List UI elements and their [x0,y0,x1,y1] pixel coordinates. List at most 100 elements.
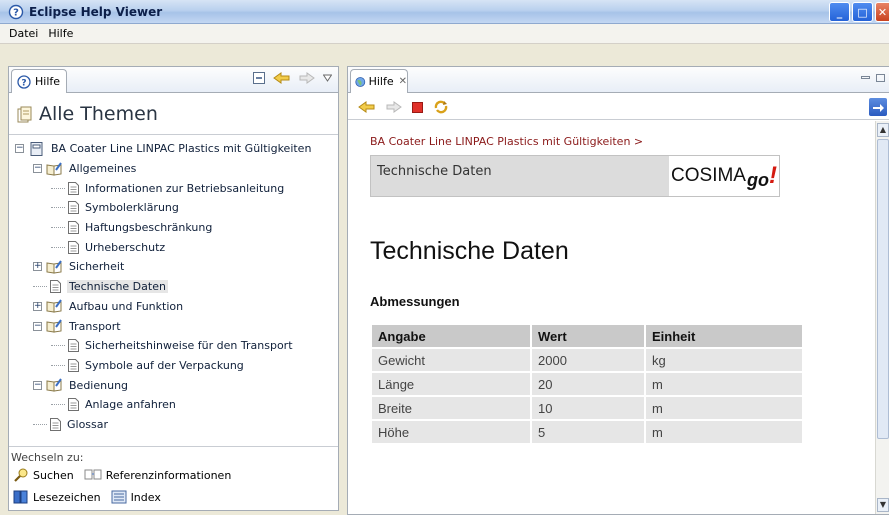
tree-item[interactable]: Sicherheitshinweise für den Transport [15,336,335,356]
menu-hilfe[interactable]: Hilfe [43,27,78,40]
tree-item[interactable]: Urheberschutz [15,237,335,257]
tree-item-label: Transport [69,319,121,333]
vertical-scrollbar[interactable]: ▲ ▼ [875,121,889,514]
table-cell: m [646,373,802,395]
minimize-view-icon[interactable] [861,76,870,79]
menu-bar: Datei Hilfe [0,24,889,44]
breadcrumb[interactable]: BA Coater Line LINPAC Plastics mit Gülti… [370,135,643,148]
tree-item[interactable]: − Bedienung [15,375,335,395]
table-row: Gewicht 2000 kg [372,349,802,371]
tab-hilfe-navigation[interactable]: ? Hilfe [11,69,67,93]
page-icon [68,221,79,235]
open-book-icon [46,260,62,274]
minimize-button[interactable]: _ [829,2,850,22]
tree-connector [51,227,65,229]
switch-to-panel: Wechseln zu: Suchen Referenzinformatione… [9,446,338,510]
tree-item[interactable]: Informationen zur Betriebsanleitung [15,178,335,198]
page-title: Technische Daten [370,237,569,265]
collapse-toggle-icon[interactable]: − [33,164,42,174]
menu-datei[interactable]: Datei [4,27,43,40]
table-cell: m [646,397,802,419]
tree-item-label: Bedienung [69,378,129,392]
tree-item[interactable]: Haftungsbeschränkung [15,218,335,238]
search-icon [14,468,28,482]
tree-item[interactable]: + Sicherheit [15,257,335,277]
help-content: BA Coater Line LINPAC Plastics mit Gülti… [348,121,875,514]
tree-connector [51,345,65,347]
tree-item[interactable]: Glossar [15,415,335,435]
tree-item[interactable]: − BA Coater Line LINPAC Plastics mit Gült… [15,139,335,159]
sync-arrow-icon [873,104,884,112]
tab-close-icon[interactable]: ✕ [399,76,407,87]
maximize-view-icon[interactable] [876,74,885,82]
page-icon [68,358,79,372]
section-label: Technische Daten [377,164,492,179]
tree-item[interactable]: Anlage anfahren [15,395,335,415]
page-icon [68,181,79,195]
tree-item-label: Symbole auf der Verpackung [85,358,244,372]
page-icon [50,280,61,294]
table-row: Breite 10 m [372,397,802,419]
closed-book-icon [30,141,43,156]
close-button[interactable]: ✕ [875,2,889,22]
maximize-button[interactable]: □ [852,2,873,22]
tab-label: Hilfe [368,75,394,88]
right-tab-bar: Hilfe ✕ [348,67,889,93]
scroll-thumb[interactable] [877,139,889,439]
forward-arrow-icon[interactable] [299,72,315,84]
tree-item[interactable]: − Allgemeines [15,159,335,179]
svg-text:?: ? [21,78,26,88]
scroll-down-icon[interactable]: ▼ [877,498,889,512]
references-icon [84,469,102,480]
content-toolbar [348,94,889,120]
sync-toc-button[interactable] [869,98,887,116]
open-book-icon [46,378,62,392]
index-link[interactable]: Index [111,490,161,504]
column-header: Einheit [646,325,802,347]
bookmarks-label: Lesezeichen [33,490,101,504]
search-link[interactable]: Suchen [13,467,74,483]
dimensions-table: Angabe Wert Einheit Gewicht 2000 kg Läng… [370,323,804,445]
tree-connector [51,364,65,366]
refresh-icon[interactable] [433,99,449,115]
tree-item[interactable]: − Transport [15,316,335,336]
expand-toggle-icon[interactable]: + [33,262,42,272]
view-menu-icon[interactable] [323,74,332,82]
tree-item[interactable]: Technische Daten [15,277,335,297]
tree-item-label: Sicherheit [69,260,125,274]
table-cell: m [646,421,802,443]
collapse-toggle-icon[interactable]: − [33,380,42,390]
cosima-logo: COSIMA go! [669,156,779,196]
svg-text:?: ? [13,7,19,18]
forward-arrow-icon[interactable] [386,101,402,113]
page-icon [68,201,79,215]
table-row: Höhe 5 m [372,421,802,443]
topics-tree: − BA Coater Line LINPAC Plastics mit Gült… [15,139,335,434]
tree-item-label: Allgemeines [69,162,137,176]
tab-hilfe-content[interactable]: Hilfe ✕ [350,69,408,93]
tree-item-label: Anlage anfahren [85,398,176,412]
collapse-toggle-icon[interactable]: − [15,144,24,154]
table-cell: Gewicht [372,349,530,371]
tree-item-label: Aufbau und Funktion [69,299,184,313]
references-label: Referenzinformationen [105,468,232,482]
globe-icon [355,76,366,87]
contents-heading-label: Alle Themen [39,103,158,125]
expand-toggle-icon[interactable]: + [33,301,42,311]
back-arrow-icon[interactable] [358,101,376,113]
tree-item[interactable]: + Aufbau und Funktion [15,297,335,317]
bookmarks-link[interactable]: Lesezeichen [13,489,101,505]
tree-item[interactable]: Symbolerklärung [15,198,335,218]
table-row: Länge 20 m [372,373,802,395]
open-book-icon [46,319,62,333]
index-icon [111,490,127,504]
tree-item[interactable]: Symbole auf der Verpackung [15,356,335,376]
scroll-up-icon[interactable]: ▲ [877,123,889,137]
collapse-toggle-icon[interactable]: − [33,321,42,331]
collapse-all-icon[interactable] [253,72,265,84]
tree-item-label: Informationen zur Betriebsanleitung [85,181,285,195]
references-link[interactable]: Referenzinformationen [84,468,232,482]
back-arrow-icon[interactable] [273,72,291,84]
stop-icon[interactable] [412,101,423,113]
table-header-row: Angabe Wert Einheit [372,325,802,347]
